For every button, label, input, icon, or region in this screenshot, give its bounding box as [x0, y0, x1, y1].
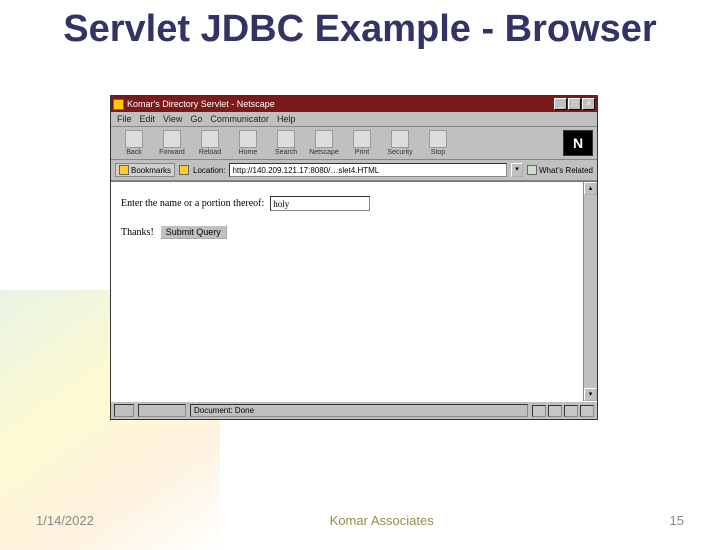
bookmark-icon [119, 165, 129, 175]
toolbar: Back Forward Reload Home Search Netscape… [111, 127, 597, 160]
status-icon-3[interactable] [564, 405, 578, 417]
page-icon [179, 165, 189, 175]
status-icon-4[interactable] [580, 405, 594, 417]
menu-go[interactable]: Go [190, 114, 202, 124]
home-icon [239, 130, 257, 148]
footer-date: 1/14/2022 [36, 513, 94, 528]
status-icon-2[interactable] [548, 405, 562, 417]
back-icon [125, 130, 143, 148]
status-text: Document: Done [190, 404, 528, 417]
status-progress [138, 404, 186, 417]
page-content: Enter the name or a portion thereof: hol… [111, 181, 597, 401]
browser-window: Komar's Directory Servlet - Netscape _ □… [110, 95, 598, 420]
slide-footer: 1/14/2022 Komar Associates 15 [0, 513, 720, 528]
status-bar: Document: Done [111, 401, 597, 419]
thanks-text: Thanks! [121, 227, 154, 238]
menu-communicator[interactable]: Communicator [210, 114, 269, 124]
menu-edit[interactable]: Edit [140, 114, 156, 124]
search-icon [277, 130, 295, 148]
related-icon [527, 165, 537, 175]
slide-title: Servlet JDBC Example - Browser [0, 10, 720, 50]
search-button[interactable]: Search [267, 130, 305, 156]
netscape-logo-icon: N [563, 130, 593, 156]
menu-help[interactable]: Help [277, 114, 296, 124]
print-icon [353, 130, 371, 148]
close-button[interactable]: × [582, 98, 595, 110]
scroll-down-button[interactable]: ▾ [584, 388, 597, 401]
location-dropdown[interactable]: ▾ [511, 163, 523, 177]
stop-icon [429, 130, 447, 148]
submit-query-button[interactable]: Submit Query [160, 225, 227, 239]
minimize-button[interactable]: _ [554, 98, 567, 110]
whats-related-button[interactable]: What's Related [527, 165, 593, 175]
security-icon [391, 130, 409, 148]
scroll-up-button[interactable]: ▴ [584, 182, 597, 195]
reload-button[interactable]: Reload [191, 130, 229, 156]
status-lock-icon [114, 404, 134, 417]
location-bar: Bookmarks Location: http://140.209.121.1… [111, 160, 597, 181]
status-icon-1[interactable] [532, 405, 546, 417]
print-button[interactable]: Print [343, 130, 381, 156]
bookmarks-button[interactable]: Bookmarks [115, 163, 175, 177]
maximize-button[interactable]: □ [568, 98, 581, 110]
forward-button[interactable]: Forward [153, 130, 191, 156]
forward-icon [163, 130, 181, 148]
window-title: Komar's Directory Servlet - Netscape [127, 99, 275, 109]
location-input[interactable]: http://140.209.121.17:8080/…slet4.HTML [229, 163, 507, 177]
menubar: File Edit View Go Communicator Help [111, 112, 597, 127]
netscape-app-icon [113, 99, 124, 110]
form-prompt: Enter the name or a portion thereof: [121, 198, 264, 209]
netscape-button[interactable]: Netscape [305, 130, 343, 156]
footer-page-number: 15 [670, 513, 684, 528]
vertical-scrollbar[interactable]: ▴ ▾ [583, 182, 597, 401]
security-button[interactable]: Security [381, 130, 419, 156]
footer-org: Komar Associates [330, 513, 434, 528]
menu-file[interactable]: File [117, 114, 132, 124]
back-button[interactable]: Back [115, 130, 153, 156]
name-input[interactable]: holy [270, 196, 370, 211]
home-button[interactable]: Home [229, 130, 267, 156]
location-label: Location: [193, 166, 225, 175]
window-titlebar: Komar's Directory Servlet - Netscape _ □… [111, 96, 597, 112]
menu-view[interactable]: View [163, 114, 182, 124]
stop-button[interactable]: Stop [419, 130, 457, 156]
bookmarks-label: Bookmarks [131, 166, 171, 175]
netscape-icon [315, 130, 333, 148]
related-label: What's Related [539, 166, 593, 175]
reload-icon [201, 130, 219, 148]
